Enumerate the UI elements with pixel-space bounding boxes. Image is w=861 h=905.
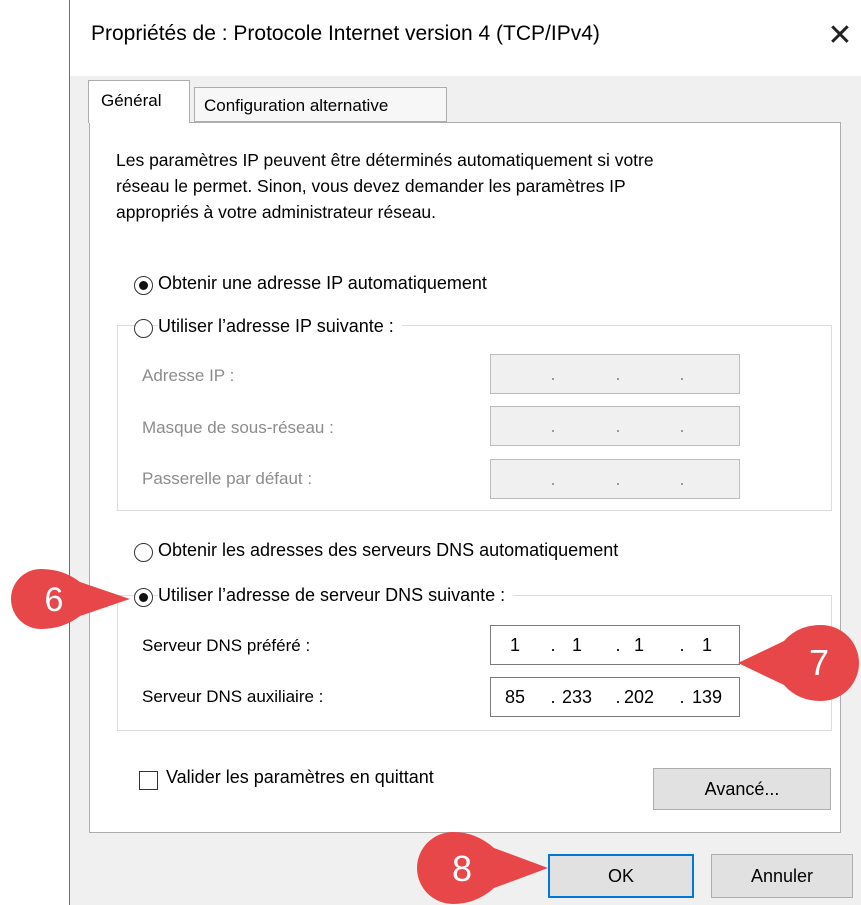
validate-settings-label[interactable]: Valider les paramètres en quittant xyxy=(166,767,434,788)
tab-general[interactable]: Général xyxy=(88,80,190,123)
ok-button-label: OK xyxy=(607,866,634,886)
default-gateway-field[interactable]: . . . xyxy=(490,459,740,499)
ip-address-label: Adresse IP : xyxy=(142,366,235,385)
subnet-mask-label: Masque de sous-réseau : xyxy=(142,418,334,437)
tab-general-label: Général xyxy=(101,91,162,110)
description-line: appropriés à votre administrateur réseau… xyxy=(116,202,437,222)
dns-auto-radio[interactable] xyxy=(134,543,153,562)
ip-auto-radio[interactable] xyxy=(134,276,153,295)
preferred-dns-label: Serveur DNS préféré : xyxy=(142,636,311,655)
callout-6: 6 xyxy=(8,566,138,632)
alternate-dns-field[interactable]: 85. 233. 202. 139 xyxy=(490,677,740,717)
validate-settings-checkbox[interactable] xyxy=(139,771,158,790)
description-line: Les paramètres IP peuvent être déterminé… xyxy=(116,150,654,170)
ip-auto-label[interactable]: Obtenir une adresse IP automatiquement xyxy=(158,273,487,294)
cancel-button-label: Annuler xyxy=(750,866,814,886)
alternate-dns-label: Serveur DNS auxiliaire : xyxy=(142,687,324,706)
general-tab-panel: Les paramètres IP peuvent être déterminé… xyxy=(89,122,841,833)
preferred-dns-field[interactable]: 1. 1. 1. 1 xyxy=(490,625,740,665)
callout-7-shape xyxy=(738,625,859,701)
ip-manual-radio[interactable] xyxy=(134,319,153,338)
description-text: Les paramètres IP peuvent être déterminé… xyxy=(116,147,816,225)
window-title: Propriétés de : Protocole Internet versi… xyxy=(91,22,600,45)
advanced-button-label: Avancé... xyxy=(704,779,780,799)
callout-8: 8 xyxy=(416,830,552,905)
callout-7-number: 7 xyxy=(809,642,829,683)
callout-8-number: 8 xyxy=(452,848,472,889)
title-bar: Propriétés de : Protocole Internet versi… xyxy=(70,0,861,76)
dns-auto-label[interactable]: Obtenir les adresses des serveurs DNS au… xyxy=(158,540,619,561)
callout-6-shape xyxy=(11,569,130,629)
description-line: réseau le permet. Sinon, vous devez dema… xyxy=(116,176,626,196)
tab-alternative-configuration[interactable]: Configuration alternative xyxy=(194,87,447,122)
callout-8-shape xyxy=(417,832,548,904)
callout-7: 7 xyxy=(736,623,861,703)
ip-manual-label[interactable]: Utiliser l’adresse IP suivante : xyxy=(158,316,402,337)
subnet-mask-field[interactable]: . . . xyxy=(490,406,740,446)
callout-6-number: 6 xyxy=(45,581,64,619)
default-gateway-label: Passerelle par défaut : xyxy=(142,469,313,488)
cancel-button[interactable]: Annuler xyxy=(711,854,853,898)
advanced-button[interactable]: Avancé... xyxy=(653,768,831,810)
close-icon[interactable]: ✕ xyxy=(818,14,861,58)
ip-address-field[interactable]: . . . xyxy=(490,354,740,394)
tcpip-properties-dialog: Propriétés de : Protocole Internet versi… xyxy=(69,0,861,905)
ok-button[interactable]: OK xyxy=(548,854,694,898)
dns-manual-label[interactable]: Utiliser l’adresse de serveur DNS suivan… xyxy=(158,585,514,606)
tab-alternative-label: Configuration alternative xyxy=(204,96,389,115)
